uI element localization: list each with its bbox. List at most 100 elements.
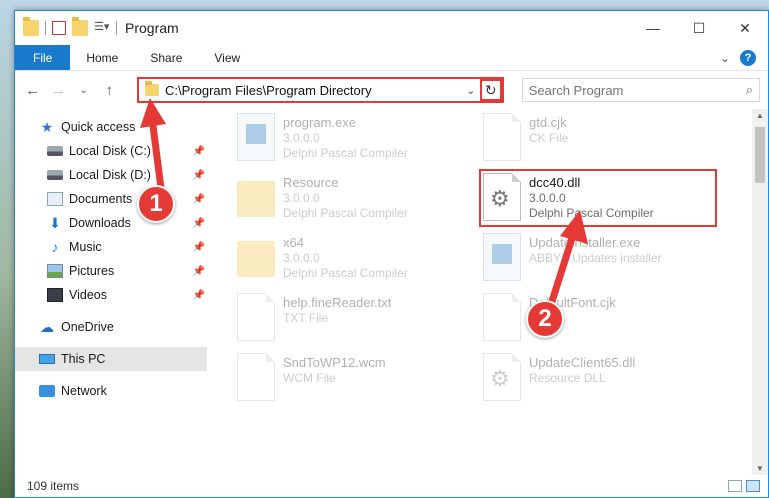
nav-label: OneDrive bbox=[61, 320, 114, 334]
file-name: x64 bbox=[283, 235, 304, 250]
scroll-up-icon[interactable]: ▲ bbox=[752, 111, 768, 120]
pin-icon[interactable]: 📌 bbox=[193, 218, 205, 229]
nav-downloads[interactable]: ⬇ Downloads 📌 bbox=[15, 211, 207, 235]
pin-icon[interactable]: 📌 bbox=[193, 290, 205, 301]
ribbon-right: ⌄ ? bbox=[720, 45, 768, 70]
file-item[interactable]: gtd.cjk CK File bbox=[483, 113, 723, 171]
address-field[interactable]: C:\Program Files\Program Directory ⌄ ↻ bbox=[137, 77, 504, 103]
dll-icon: ⚙ bbox=[483, 353, 521, 401]
new-folder-icon[interactable] bbox=[72, 17, 88, 36]
file-name: UpdateClient65.dll bbox=[529, 355, 636, 370]
nav-label: Pictures bbox=[69, 264, 115, 278]
nav-onedrive[interactable]: ☁ OneDrive bbox=[15, 315, 207, 339]
file-item[interactable]: Resource 3.0.0.0 Delphi Pascal Compiler bbox=[237, 173, 477, 231]
pin-icon[interactable]: 📌 bbox=[193, 194, 205, 205]
file-name: program.exe bbox=[283, 115, 356, 130]
file-item[interactable]: program.exe 3.0.0.0 Delphi Pascal Compil… bbox=[237, 113, 477, 171]
file-description: Delphi Pascal Compiler bbox=[283, 146, 408, 160]
item-count: 109 items bbox=[27, 479, 80, 493]
file-type: TXT File bbox=[283, 311, 329, 325]
customize-icon[interactable]: ☰▾ bbox=[94, 20, 110, 36]
refresh-button[interactable]: ↻ bbox=[479, 79, 502, 101]
tab-view[interactable]: View bbox=[198, 45, 256, 70]
file-item[interactable]: ⚙ UpdateClient65.dll Resource DLL bbox=[483, 353, 723, 411]
search-input[interactable] bbox=[528, 82, 746, 98]
chevron-down-icon[interactable]: ⌄ bbox=[462, 84, 480, 97]
pin-icon[interactable]: 📌 bbox=[193, 170, 205, 181]
ribbon-tabs: File Home Share View ⌄ ? bbox=[15, 45, 768, 71]
search-icon[interactable]: ⌕ bbox=[746, 82, 753, 98]
file-item[interactable]: DefaultFont.cjk bbox=[483, 293, 723, 351]
pin-icon[interactable]: 📌 bbox=[193, 242, 205, 253]
pictures-icon bbox=[47, 264, 63, 278]
nav-label: Local Disk (C:) bbox=[69, 144, 151, 158]
nav-music[interactable]: ♪ Music 📌 bbox=[15, 235, 207, 259]
window-controls: — ☐ ✕ bbox=[630, 11, 768, 45]
file-icon bbox=[483, 113, 521, 161]
nav-network[interactable]: Network bbox=[15, 379, 207, 403]
file-item[interactable]: SndToWP12.wcm WCM File bbox=[237, 353, 477, 411]
file-name: UpdateInstaller.exe bbox=[529, 235, 641, 250]
scrollbar-thumb[interactable] bbox=[755, 127, 765, 183]
star-icon: ★ bbox=[40, 118, 54, 135]
music-icon: ♪ bbox=[51, 239, 59, 255]
nav-local-disk-d[interactable]: Local Disk (D:) 📌 bbox=[15, 163, 207, 187]
file-icon bbox=[483, 293, 521, 341]
file-list: program.exe 3.0.0.0 Delphi Pascal Compil… bbox=[207, 109, 768, 475]
window-title: Program bbox=[125, 20, 179, 36]
download-icon: ⬇ bbox=[49, 215, 61, 231]
file-type: CK File bbox=[529, 131, 569, 145]
pin-icon[interactable]: 📌 bbox=[193, 146, 205, 157]
details-view-icon[interactable] bbox=[728, 480, 742, 492]
maximize-button[interactable]: ☐ bbox=[676, 11, 722, 45]
pin-icon[interactable]: 📌 bbox=[193, 266, 205, 277]
gear-icon: ⚙ bbox=[490, 366, 510, 391]
exe-icon bbox=[483, 233, 521, 281]
file-type: WCM File bbox=[283, 371, 336, 385]
back-button[interactable]: ← bbox=[23, 82, 43, 99]
documents-icon bbox=[47, 192, 63, 206]
vertical-scrollbar[interactable]: ▲ ▼ bbox=[752, 109, 768, 475]
tab-file[interactable]: File bbox=[15, 45, 71, 70]
folder-icon bbox=[145, 81, 159, 96]
forward-button[interactable]: → bbox=[49, 82, 69, 99]
nav-label: Documents bbox=[69, 192, 133, 206]
address-path[interactable]: C:\Program Files\Program Directory bbox=[165, 83, 462, 98]
minimize-button[interactable]: — bbox=[630, 11, 676, 45]
nav-quick-access[interactable]: ★ Quick access bbox=[15, 115, 207, 139]
nav-pictures[interactable]: Pictures 📌 bbox=[15, 259, 207, 283]
file-meta: help.fineReader.txt TXT File bbox=[283, 293, 391, 351]
exe-icon bbox=[237, 113, 275, 161]
tab-home[interactable]: Home bbox=[70, 45, 134, 70]
close-button[interactable]: ✕ bbox=[722, 11, 768, 45]
tab-share[interactable]: Share bbox=[134, 45, 198, 70]
disk-icon bbox=[47, 146, 63, 156]
file-description: Delphi Pascal Compiler bbox=[283, 266, 408, 280]
nav-label: Videos bbox=[69, 288, 107, 302]
expand-ribbon-icon[interactable]: ⌄ bbox=[720, 51, 730, 65]
file-description: Resource DLL bbox=[529, 371, 606, 385]
navigation-pane: ★ Quick access Local Disk (C:) 📌 Local D… bbox=[15, 109, 207, 475]
search-box[interactable]: ⌕ bbox=[521, 78, 760, 102]
file-item[interactable]: help.fineReader.txt TXT File bbox=[237, 293, 477, 351]
address-bar-row: ← → ⌄ ↑ C:\Program Files\Program Directo… bbox=[15, 71, 768, 109]
step-2-badge: 2 bbox=[526, 300, 564, 338]
nav-documents[interactable]: Documents 📌 bbox=[15, 187, 207, 211]
nav-local-disk-c[interactable]: Local Disk (C:) 📌 bbox=[15, 139, 207, 163]
file-item[interactable]: x64 3.0.0.0 Delphi Pascal Compiler bbox=[237, 233, 477, 291]
file-name: gtd.cjk bbox=[529, 115, 567, 130]
file-item[interactable]: UpdateInstaller.exe ABBYY Updates instal… bbox=[483, 233, 723, 291]
recent-locations-button[interactable]: ⌄ bbox=[74, 85, 94, 96]
up-button[interactable]: ↑ bbox=[100, 82, 120, 99]
file-description: Delphi Pascal Compiler bbox=[283, 206, 408, 220]
step-1-badge: 1 bbox=[137, 185, 175, 223]
tiles-view-icon[interactable] bbox=[746, 480, 760, 492]
help-icon[interactable]: ? bbox=[740, 49, 756, 66]
nav-videos[interactable]: Videos 📌 bbox=[15, 283, 207, 307]
nav-label: Music bbox=[69, 240, 102, 254]
divider bbox=[45, 21, 46, 35]
nav-this-pc[interactable]: This PC bbox=[15, 347, 207, 371]
scroll-down-icon[interactable]: ▼ bbox=[752, 464, 768, 473]
properties-icon[interactable] bbox=[52, 21, 66, 35]
quick-access-toolbar: ☰▾ bbox=[15, 17, 117, 36]
